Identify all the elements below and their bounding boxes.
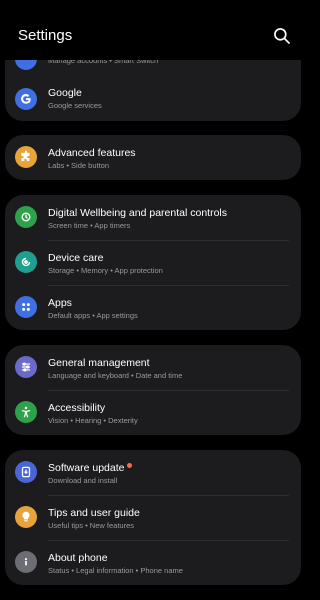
info-icon (15, 551, 37, 573)
device-care-item[interactable]: Device care Storage • Memory • App prote… (5, 240, 301, 285)
about-phone-item[interactable]: About phone Status • Legal information •… (5, 540, 301, 585)
google-icon (15, 88, 37, 110)
wellbeing-sub: Screen time • App timers (48, 221, 131, 230)
device-care-icon (15, 251, 37, 273)
software-update-sub: Download and install (48, 476, 118, 485)
software-update-label: Software update (48, 462, 133, 474)
google-label: Google (48, 87, 82, 99)
about-phone-label: About phone (48, 552, 108, 564)
apps-item[interactable]: Apps Default apps • App settings (5, 285, 301, 330)
update-badge (127, 463, 133, 468)
divider (48, 285, 289, 286)
accessibility-icon (15, 401, 37, 423)
bulb-icon (15, 506, 37, 528)
page-title: Settings (18, 27, 73, 44)
google-sub: Google services (48, 101, 102, 110)
wellbeing-item[interactable]: Digital Wellbeing and parental controls … (5, 195, 301, 240)
software-update-item[interactable]: Software update Download and install (5, 450, 301, 495)
puzzle-icon (15, 146, 37, 168)
general-management-label: General management (48, 357, 150, 369)
apps-sub: Default apps • App settings (48, 311, 138, 320)
advanced-features-item[interactable]: Advanced features Labs • Side button (5, 135, 301, 180)
advanced-features-label: Advanced features (48, 147, 136, 159)
general-management-sub: Language and keyboard • Date and time (48, 371, 183, 380)
divider (48, 390, 289, 391)
divider (48, 540, 289, 541)
accessibility-sub: Vision • Hearing • Dexterity (48, 416, 138, 425)
wellbeing-label: Digital Wellbeing and parental controls (48, 207, 227, 219)
about-phone-sub: Status • Legal information • Phone name (48, 566, 183, 575)
card-wellbeing-group: Digital Wellbeing and parental controls … (5, 195, 301, 330)
tips-sub: Useful tips • New features (48, 521, 134, 530)
card-update-group: Software update Download and install Tip… (5, 450, 301, 585)
tips-item[interactable]: Tips and user guide Useful tips • New fe… (5, 495, 301, 540)
apps-icon (15, 296, 37, 318)
divider (48, 495, 289, 496)
search-icon[interactable] (272, 26, 292, 46)
wellbeing-icon (15, 206, 37, 228)
apps-label: Apps (48, 297, 72, 309)
device-care-sub: Storage • Memory • App protection (48, 266, 163, 275)
tips-label: Tips and user guide (48, 507, 140, 519)
advanced-features-sub: Labs • Side button (48, 161, 110, 170)
update-icon (15, 461, 37, 483)
device-care-label: Device care (48, 252, 104, 264)
sliders-icon (15, 356, 37, 378)
accessibility-label: Accessibility (48, 402, 106, 414)
general-management-item[interactable]: General management Language and keyboard… (5, 345, 301, 390)
card-advanced: Advanced features Labs • Side button (5, 135, 301, 180)
google-item[interactable]: Google Google services (5, 77, 301, 121)
app-header: Settings (0, 0, 306, 60)
divider (48, 240, 289, 241)
accessibility-item[interactable]: Accessibility Vision • Hearing • Dexteri… (5, 390, 301, 435)
